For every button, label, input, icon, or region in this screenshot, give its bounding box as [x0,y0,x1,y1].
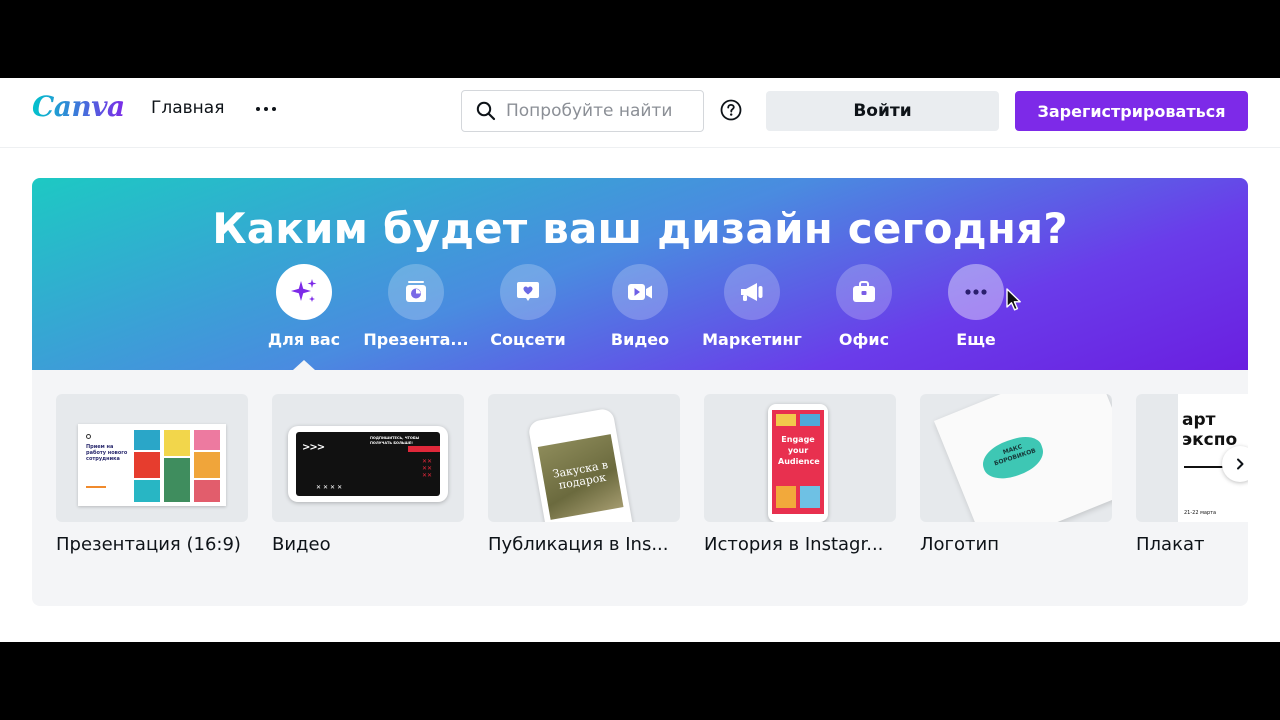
top-header: Canva Главная Войти Зарегистрироваться [0,78,1280,148]
video-camera-icon [628,284,652,300]
category-office[interactable]: Офис [808,264,920,349]
category-label: Видео [610,330,670,349]
nav-more-icon[interactable] [253,96,279,122]
template-label: Логотип [920,534,999,555]
template-thumbnail: >>> ПОДПИШИТЕСЬ, ЧТОБЫ ПОЛУЧАТЬ БОЛЬШЕ! … [272,394,464,522]
category-social[interactable]: Соцсети [472,264,584,349]
thumb-heading: ПОДПИШИТЕСЬ, ЧТОБЫ ПОЛУЧАТЬ БОЛЬШЕ! [370,436,420,445]
template-label: Плакат [1136,534,1205,555]
template-card[interactable]: МАКС БОРОВИКОВ Логотип [920,394,1112,555]
category-label: Презента... [363,330,469,349]
chevron-right-icon [1237,458,1244,470]
templates-strip: Прием на работу нового сотрудника Презен… [32,370,1248,606]
category-video[interactable]: Видео [584,264,696,349]
search-input[interactable] [506,101,696,121]
template-label: Публикация в Ins... [488,534,669,555]
presentation-icon [406,281,426,302]
template-label: История в Instagr... [704,534,884,555]
thumb-heading: Engage your Audience [778,435,820,466]
category-circle [276,264,332,320]
category-circle [724,264,780,320]
sparkle-icon [291,279,317,302]
register-button[interactable]: Зарегистрироваться [1015,91,1248,131]
template-label: Презентация (16:9) [56,534,241,555]
mouse-cursor-icon [1006,288,1021,311]
category-presentations[interactable]: Презента... [360,264,472,349]
thumb-heading: Прием на работу нового сотрудника [86,444,128,462]
category-label: Соцсети [490,330,566,349]
template-thumbnail: Закуска в подарок [488,394,680,522]
template-thumbnail: МАКС БОРОВИКОВ [920,394,1112,522]
template-card[interactable]: Engage your Audience История в Instagr..… [704,394,896,555]
thumb-heading: арт экспо [1182,410,1238,450]
template-thumbnail: Прием на работу нового сотрудника [56,394,248,522]
template-card[interactable]: Закуска в подарок Публикация в Ins... [488,394,680,555]
category-label: Еще [956,330,996,349]
search-icon [476,101,496,121]
briefcase-icon [853,281,875,302]
heart-chat-icon [517,282,539,301]
template-card[interactable]: Прием на работу нового сотрудника Презен… [56,394,248,555]
category-circle [836,264,892,320]
canva-logo[interactable]: Canva [32,90,125,123]
category-label: Маркетинг [702,330,802,349]
active-tab-caret [293,360,315,370]
letterbox-bottom [0,642,1280,720]
megaphone-icon [741,283,763,301]
category-circle [612,264,668,320]
category-label: Для вас [267,330,341,349]
thumb-heading: Закуска в подарок [551,458,610,492]
category-label: Офис [838,330,890,349]
hero-title: Каким будет ваш дизайн сегодня? [212,204,1068,253]
search-box[interactable] [461,90,704,132]
category-circle [500,264,556,320]
template-thumbnail: Engage your Audience [704,394,896,522]
help-icon[interactable] [720,99,742,121]
more-dots-icon [965,289,987,295]
category-for-you[interactable]: Для вас [248,264,360,349]
category-circle [388,264,444,320]
category-circle [948,264,1004,320]
template-label: Видео [272,534,331,555]
template-card[interactable]: >>> ПОДПИШИТЕСЬ, ЧТОБЫ ПОЛУЧАТЬ БОЛЬШЕ! … [272,394,464,555]
hero-banner: Каким будет ваш дизайн сегодня? Для вас [32,178,1248,370]
page: Canva Главная Войти Зарегистрироваться К… [0,78,1280,642]
nav-home-link[interactable]: Главная [151,98,224,118]
thumb-date: 21-22 марта [1184,510,1217,516]
category-marketing[interactable]: Маркетинг [696,264,808,349]
login-button[interactable]: Войти [766,91,999,131]
letterbox-top [0,0,1280,78]
